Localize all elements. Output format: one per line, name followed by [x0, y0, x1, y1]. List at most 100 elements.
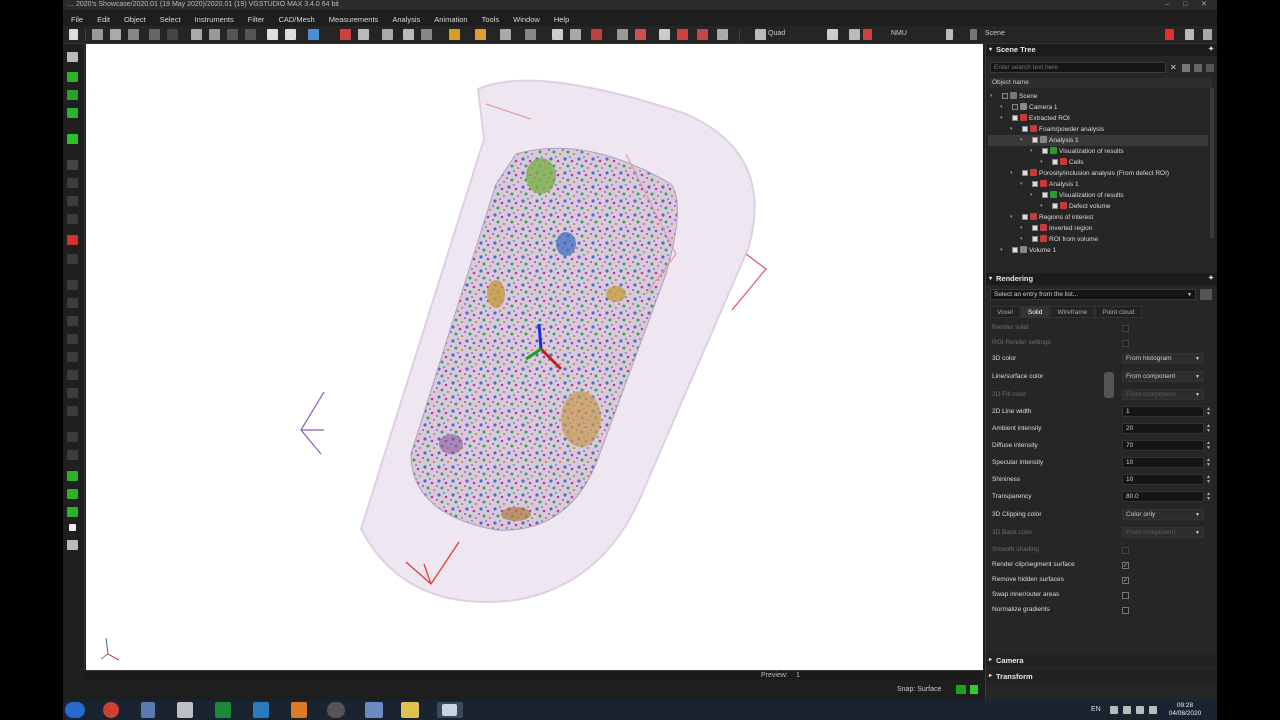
color-swatch-icon[interactable]	[69, 524, 76, 531]
menu-cad-mesh[interactable]: CAD/Mesh	[278, 15, 314, 24]
brush-icon[interactable]	[67, 471, 78, 481]
clip-icon[interactable]	[591, 29, 602, 40]
scene-tree-header[interactable]: ▾ Scene Tree ✦	[986, 44, 1217, 56]
new-file-icon[interactable]	[69, 29, 78, 40]
spinner-icon[interactable]: ▲ ▼	[1206, 441, 1212, 452]
annotation-icon[interactable]	[403, 29, 414, 40]
tree-item-visualization-of-results[interactable]: ▾ Visualization of results	[988, 190, 1208, 201]
select-3d-color[interactable]: From histogram ▼	[1122, 353, 1204, 364]
visibility-checkbox[interactable]	[1052, 159, 1058, 165]
paste-icon[interactable]	[227, 29, 238, 40]
pencil-icon[interactable]	[67, 489, 78, 499]
slice-icon[interactable]	[552, 29, 563, 40]
checkbox-render-clip-segment-surface[interactable]: ✓	[1122, 562, 1129, 569]
tool-icon[interactable]	[67, 214, 78, 224]
3d-viewport[interactable]	[86, 44, 983, 670]
spinner-icon[interactable]: ▲ ▼	[1206, 407, 1212, 418]
visibility-checkbox[interactable]	[1022, 126, 1028, 132]
render-icon[interactable]	[635, 29, 646, 40]
visibility-checkbox[interactable]	[1012, 115, 1018, 121]
dimension-icon[interactable]	[421, 29, 432, 40]
checkbox-normalize-gradients[interactable]	[1122, 607, 1129, 614]
region-grow-icon[interactable]	[67, 134, 78, 144]
expand-arrow-icon[interactable]: ▾	[1010, 168, 1013, 179]
expand-arrow-icon[interactable]: ▾	[1010, 124, 1013, 135]
menu-window[interactable]: Window	[513, 15, 540, 24]
rendering-preset-select[interactable]: Select an entry from the list... ▼	[990, 289, 1196, 300]
measure-icon[interactable]	[340, 29, 351, 40]
chrome-icon[interactable]	[103, 702, 119, 718]
menu-tools[interactable]: Tools	[482, 15, 500, 24]
tree-item-camera-1[interactable]: ▾ Camera 1	[988, 102, 1208, 113]
vlc-icon[interactable]	[291, 702, 307, 718]
navigate-icon[interactable]	[570, 29, 581, 40]
menu-filter[interactable]: Filter	[248, 15, 265, 24]
save-preset-icon[interactable]	[1200, 289, 1212, 300]
pointer-tool-icon[interactable]	[67, 52, 78, 62]
input-specular-intensity[interactable]: 10 ▲ ▼	[1122, 457, 1211, 468]
cut-icon[interactable]	[191, 29, 202, 40]
histogram-icon[interactable]	[617, 29, 628, 40]
select-3d-clipping-color[interactable]: Color only ▼	[1122, 509, 1204, 520]
settings-icon[interactable]	[1185, 29, 1194, 40]
bookmark-icon[interactable]	[1165, 29, 1174, 40]
spinner-icon[interactable]: ▲ ▼	[1206, 475, 1212, 486]
view-cube-icon[interactable]	[308, 29, 319, 40]
visibility-checkbox[interactable]	[1022, 170, 1028, 176]
visibility-checkbox[interactable]	[1032, 236, 1038, 242]
network-icon[interactable]	[1136, 706, 1144, 714]
select-tool-icon[interactable]	[267, 29, 278, 40]
move-tool-icon[interactable]	[285, 29, 296, 40]
expand-icon[interactable]	[1194, 64, 1202, 72]
panels-icon[interactable]	[827, 29, 838, 40]
checkbox-remove-hidden-surfaces[interactable]: ✓	[1122, 577, 1129, 584]
visibility-checkbox[interactable]	[1002, 93, 1008, 99]
input-2d-line-width[interactable]: 1 ▲ ▼	[1122, 406, 1211, 417]
checkbox-swap-inner-outer-areas[interactable]	[1122, 592, 1129, 599]
visibility-checkbox[interactable]	[1052, 203, 1058, 209]
pin-icon[interactable]	[946, 29, 953, 40]
tool-icon[interactable]	[67, 370, 78, 380]
tool-icon[interactable]	[67, 178, 78, 188]
pen-tool-icon[interactable]	[67, 72, 78, 82]
ruler-icon[interactable]	[358, 29, 369, 40]
camera-section[interactable]: ▸ Camera	[986, 654, 1217, 667]
layout-dropdown[interactable]: Quad	[768, 30, 785, 37]
expand-arrow-icon[interactable]: ▾	[1020, 223, 1023, 234]
tool-icon[interactable]	[67, 406, 78, 416]
rendering-header[interactable]: ▾ Rendering ✦	[986, 273, 1217, 285]
tab-point-cloud[interactable]: Point cloud	[1095, 306, 1142, 318]
redo-icon[interactable]	[167, 29, 178, 40]
expand-arrow-icon[interactable]: ▾	[1020, 234, 1023, 245]
lasso-tool-icon[interactable]	[67, 90, 78, 100]
light-icon[interactable]	[449, 29, 460, 40]
grid-icon[interactable]	[659, 29, 670, 40]
visibility-checkbox[interactable]	[1032, 181, 1038, 187]
vgstudio-task-icon[interactable]	[437, 702, 463, 718]
more-icon[interactable]	[1203, 29, 1212, 40]
collapse-icon[interactable]: ▾	[989, 44, 992, 56]
views-icon[interactable]	[849, 29, 860, 40]
expand-arrow-icon[interactable]: ▾	[1010, 212, 1013, 223]
tool-icon[interactable]	[67, 298, 78, 308]
expand-arrow-icon[interactable]: ▾	[1030, 190, 1033, 201]
snagit-icon[interactable]	[177, 702, 193, 718]
screenshot-icon[interactable]	[382, 29, 393, 40]
pin-icon[interactable]: ✦	[1208, 44, 1214, 56]
expand-arrow-icon[interactable]: ▾	[1000, 113, 1003, 124]
expand-arrow-icon[interactable]: ▾	[1030, 146, 1033, 157]
tree-item-analysis-1[interactable]: ▾ Analysis 1	[988, 179, 1208, 190]
visibility-checkbox[interactable]	[1032, 137, 1038, 143]
tool-icon[interactable]	[67, 280, 78, 290]
language-indicator[interactable]: EN	[1091, 706, 1101, 713]
undo-icon[interactable]	[149, 29, 160, 40]
snap-indicator-icon[interactable]	[970, 685, 978, 694]
fill-icon[interactable]	[717, 29, 728, 40]
input-transparency[interactable]: 80.0 ▲ ▼	[1122, 491, 1211, 502]
menu-measurements[interactable]: Measurements	[329, 15, 379, 24]
menu-object[interactable]: Object	[124, 15, 146, 24]
magic-wand-icon[interactable]	[67, 108, 78, 118]
tab-wireframe[interactable]: Wireframe	[1050, 306, 1095, 318]
expand-arrow-icon[interactable]: ▾	[1040, 201, 1043, 212]
coordinate-icon[interactable]	[863, 29, 872, 40]
